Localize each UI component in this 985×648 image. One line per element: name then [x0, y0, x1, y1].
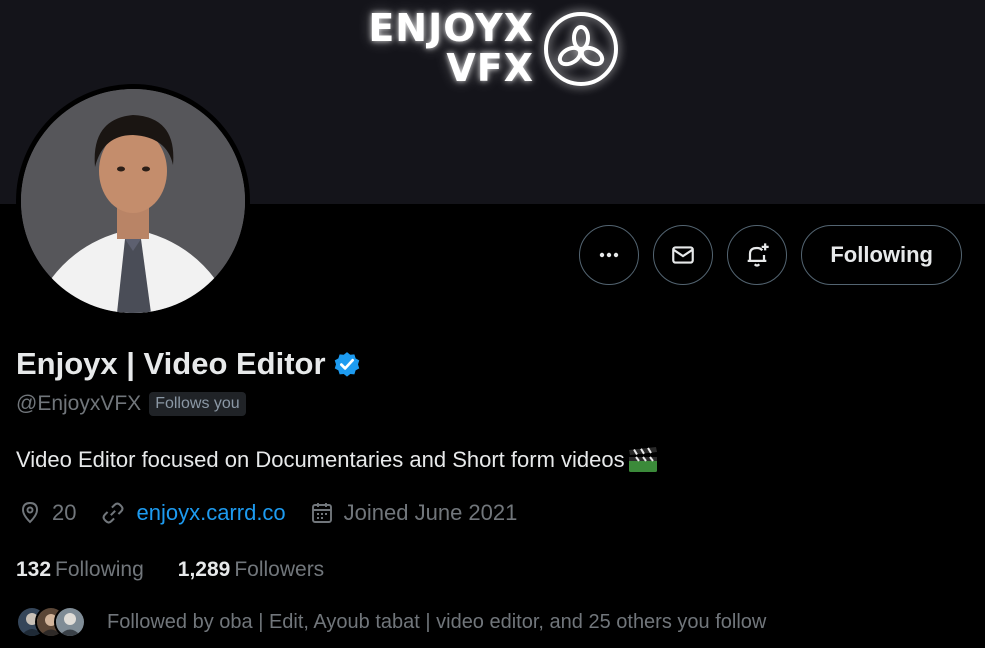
name-row: Enjoyx | Video Editor	[16, 346, 362, 382]
user-handle: @EnjoyxVFX	[16, 392, 142, 415]
following-label: Following	[55, 558, 144, 581]
profile-avatar[interactable]	[16, 84, 250, 318]
banner-logo-text: ENJOYX VFX	[368, 6, 534, 90]
notifications-button[interactable]	[727, 225, 788, 285]
joined-text: Joined June 2021	[343, 500, 518, 525]
mail-icon	[672, 246, 695, 264]
website-link[interactable]: enjoyx.carrd.co	[136, 500, 285, 526]
website-item[interactable]: enjoyx.carrd.co	[100, 500, 286, 526]
bell-plus-icon	[748, 243, 770, 267]
location-text: 20	[52, 500, 77, 525]
location-item: 20	[18, 500, 76, 526]
profile-bio: Video Editor focused on Documentaries an…	[16, 446, 659, 474]
followers-label: Followers	[234, 558, 325, 581]
more-options-button[interactable]	[579, 225, 640, 285]
enjoyx-logo-icon	[544, 12, 618, 86]
profile-actions: Following	[579, 225, 962, 285]
banner-logo: ENJOYX VFX	[356, 6, 626, 96]
message-button[interactable]	[653, 225, 714, 285]
follow-counts: 132 Following 1,289 Followers	[16, 558, 358, 582]
profile-meta: 20 enjoyx.carrd.co Joined June 2021	[18, 500, 541, 526]
more-horizontal-icon	[600, 252, 619, 258]
followed-by-avatars	[16, 606, 86, 638]
link-icon	[102, 502, 124, 524]
followers-count: 1,289	[177, 558, 231, 581]
following-count-link[interactable]: 132 Following	[16, 558, 144, 582]
followers-count-link[interactable]: 1,289 Followers	[178, 558, 324, 582]
followed-by-text: Followed by oba | Edit, Ayoub tabat | vi…	[107, 610, 767, 633]
location-pin-icon	[22, 502, 38, 524]
calendar-icon	[311, 503, 332, 523]
following-count: 132	[16, 558, 52, 581]
bio-text: Video Editor focused on Documentaries an…	[16, 447, 625, 472]
display-name: Enjoyx | Video Editor	[16, 346, 326, 381]
following-button[interactable]: Following	[801, 225, 962, 285]
handle-row: @EnjoyxVFX Follows you	[16, 392, 246, 416]
clapper-board-icon	[628, 447, 657, 472]
avatar-photo	[21, 89, 245, 313]
joined-item: Joined June 2021	[310, 500, 518, 526]
followed-by-row[interactable]: Followed by oba | Edit, Ayoub tabat | vi…	[16, 606, 766, 638]
verified-badge-icon[interactable]	[332, 349, 362, 379]
follows-you-badge: Follows you	[149, 392, 246, 416]
avatar	[54, 606, 86, 638]
